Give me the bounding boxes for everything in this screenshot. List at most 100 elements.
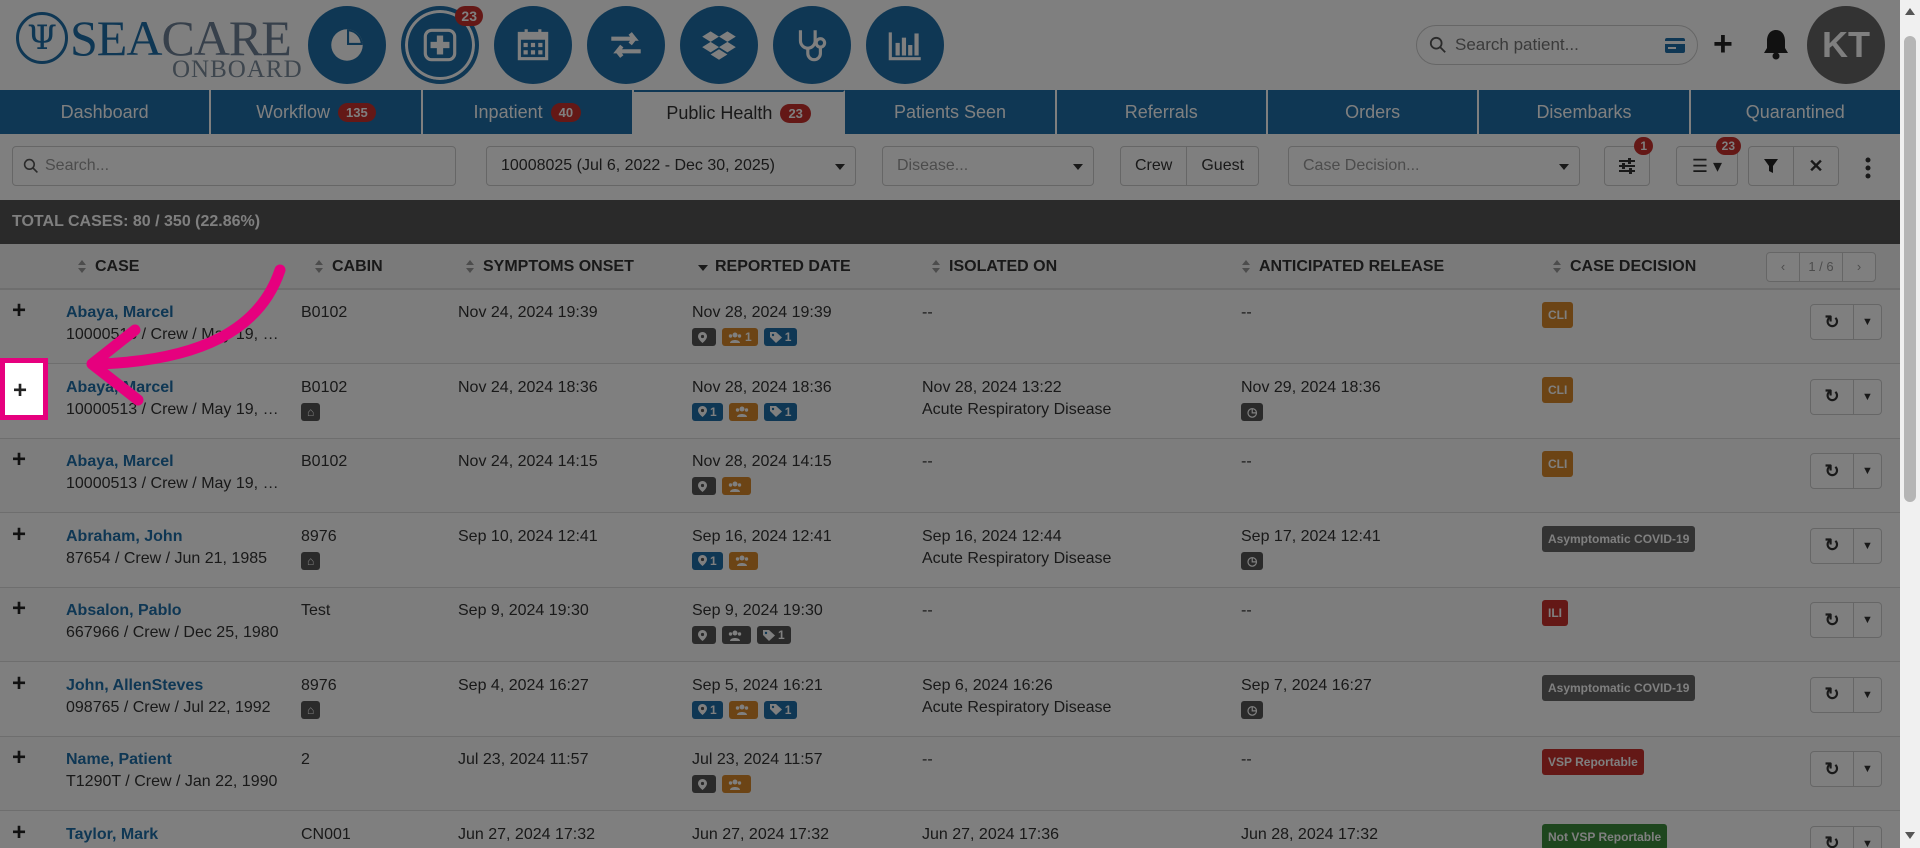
- pin-chip[interactable]: 1: [692, 551, 723, 570]
- pin-chip[interactable]: [692, 775, 716, 793]
- tab-workflow[interactable]: Workflow 135: [211, 90, 423, 134]
- row-dropdown-button[interactable]: ▼: [1854, 453, 1882, 489]
- prev-page-button[interactable]: ‹: [1767, 253, 1799, 281]
- table-row[interactable]: + Taylor, Mark CN001 Jun 27, 2024 17:32 Jun …: [0, 812, 1900, 848]
- patient-name-link[interactable]: John, AllenSteves: [66, 675, 286, 697]
- expand-row-button[interactable]: +: [12, 448, 26, 472]
- expand-row-button[interactable]: +: [12, 597, 26, 621]
- tag-chip[interactable]: 1: [763, 328, 798, 346]
- column-reported-date[interactable]: REPORTED DATE: [698, 244, 851, 290]
- refresh-button[interactable]: ↻: [1810, 453, 1854, 489]
- expand-row-button[interactable]: +: [12, 820, 26, 844]
- dropbox-icon[interactable]: [680, 6, 758, 84]
- card-scan-icon[interactable]: [1665, 38, 1685, 53]
- refresh-button[interactable]: ↻: [1810, 304, 1854, 340]
- notification-bell-icon[interactable]: [1762, 28, 1790, 60]
- pin-chip[interactable]: 1: [692, 700, 723, 719]
- refresh-button[interactable]: ↻: [1810, 676, 1854, 713]
- stethoscope-icon[interactable]: [773, 6, 851, 84]
- patient-search-input[interactable]: [1455, 32, 1655, 58]
- scrollbar-thumb[interactable]: [1904, 36, 1916, 502]
- column-anticipated-release[interactable]: ANTICIPATED RELEASE: [1242, 244, 1444, 290]
- column-isolated-on[interactable]: ISOLATED ON: [932, 244, 1057, 290]
- home-chip[interactable]: ⌂: [301, 700, 321, 719]
- tab-orders[interactable]: Orders: [1268, 90, 1480, 134]
- column-case-decision[interactable]: CASE DECISION: [1553, 244, 1696, 290]
- clock-chip[interactable]: ◷: [1241, 700, 1264, 719]
- filter-button[interactable]: [1748, 146, 1794, 186]
- pin-chip[interactable]: [692, 477, 716, 495]
- column-cabin[interactable]: CABIN: [315, 244, 383, 290]
- patient-name-link[interactable]: Taylor, Mark: [66, 824, 286, 846]
- tab-disembarks[interactable]: Disembarks: [1479, 90, 1691, 134]
- refresh-button[interactable]: ↻: [1810, 602, 1854, 638]
- seacare-logo[interactable]: Ψ SEACARE ONBOARD: [16, 10, 302, 83]
- row-dropdown-button[interactable]: ▼: [1854, 378, 1882, 415]
- expand-row-button[interactable]: +: [12, 746, 26, 770]
- users-chip[interactable]: 1: [722, 328, 758, 346]
- tag-chip[interactable]: 1: [763, 700, 798, 719]
- calendar-icon[interactable]: [494, 6, 572, 84]
- users-chip[interactable]: [728, 402, 758, 421]
- scroll-up-icon[interactable]: [1905, 8, 1915, 15]
- home-chip[interactable]: ⌂: [301, 551, 321, 570]
- patient-name-link[interactable]: Absalon, Pablo: [66, 600, 286, 622]
- refresh-button[interactable]: ↻: [1810, 751, 1854, 787]
- patient-name-link[interactable]: Abaya, Marcel: [66, 451, 286, 473]
- dashboard-pie-icon[interactable]: [308, 6, 386, 84]
- patient-search[interactable]: [1416, 25, 1698, 65]
- highlighted-expand-button[interactable]: +: [0, 358, 48, 420]
- users-chip[interactable]: [728, 700, 758, 719]
- scroll-down-icon[interactable]: [1905, 832, 1915, 839]
- tab-referrals[interactable]: Referrals: [1057, 90, 1268, 134]
- kebab-menu-icon[interactable]: [1864, 156, 1872, 180]
- users-chip[interactable]: [722, 775, 751, 793]
- voyage-select[interactable]: 10008025 (Jul 6, 2022 - Dec 30, 2025): [486, 146, 856, 186]
- patient-name-link[interactable]: Name, Patient: [66, 749, 286, 771]
- tab-public-health[interactable]: Public Health 23: [633, 90, 846, 134]
- tag-chip[interactable]: 1: [757, 626, 791, 644]
- row-dropdown-button[interactable]: ▼: [1854, 825, 1882, 848]
- row-dropdown-button[interactable]: ▼: [1854, 676, 1882, 713]
- bar-chart-icon[interactable]: [866, 6, 944, 84]
- pin-chip[interactable]: 1: [692, 402, 723, 421]
- case-decision-select[interactable]: Case Decision...: [1288, 146, 1580, 186]
- tab-quarantined[interactable]: Quarantined: [1691, 90, 1900, 134]
- pin-chip[interactable]: [692, 328, 716, 346]
- tab-patients-seen[interactable]: Patients Seen: [845, 90, 1057, 134]
- medical-plus-icon[interactable]: 23: [401, 6, 483, 84]
- refresh-button[interactable]: ↻: [1810, 378, 1854, 415]
- table-row[interactable]: + Abraham, John 87654 / Crew / Jun 21, 198…: [0, 514, 1900, 588]
- table-row[interactable]: + Name, Patient T1290T / Crew / Jan 22, 19…: [0, 737, 1900, 811]
- patient-name-link[interactable]: Abraham, John: [66, 526, 286, 548]
- settings-sliders-button[interactable]: 1: [1604, 137, 1653, 186]
- refresh-button[interactable]: ↻: [1810, 825, 1854, 848]
- table-row[interactable]: + John, AllenSteves 098765 / Crew / Jul 22…: [0, 663, 1900, 737]
- expand-row-button[interactable]: +: [12, 522, 26, 546]
- guest-button[interactable]: Guest: [1187, 146, 1260, 186]
- home-chip[interactable]: ⌂: [301, 402, 321, 421]
- users-chip[interactable]: [722, 626, 751, 644]
- list-menu-button[interactable]: ☰ ▾ 23: [1676, 137, 1741, 186]
- tab-dashboard[interactable]: Dashboard: [0, 90, 212, 134]
- table-row[interactable]: + Abaya, Marcel 10000513 / Crew / May 19, …: [0, 439, 1900, 513]
- pin-chip[interactable]: [692, 626, 716, 644]
- expand-row-button[interactable]: +: [12, 299, 26, 323]
- transfer-arrows-icon[interactable]: [587, 6, 665, 84]
- row-dropdown-button[interactable]: ▼: [1854, 751, 1882, 787]
- row-dropdown-button[interactable]: ▼: [1854, 304, 1882, 340]
- crew-button[interactable]: Crew: [1120, 146, 1188, 186]
- column-symptoms-onset[interactable]: SYMPTOMS ONSET: [466, 244, 634, 290]
- user-avatar[interactable]: KT: [1807, 6, 1885, 84]
- table-row[interactable]: + Absalon, Pablo 667966 / Crew / Dec 25, 1…: [0, 588, 1900, 662]
- disease-select[interactable]: Disease...: [882, 146, 1094, 186]
- case-search-input[interactable]: Search...: [12, 146, 456, 186]
- add-plus-icon[interactable]: +: [1713, 27, 1733, 61]
- tag-chip[interactable]: 1: [763, 402, 798, 421]
- tab-inpatient[interactable]: Inpatient 40: [423, 90, 634, 134]
- expand-row-button[interactable]: +: [12, 671, 26, 695]
- refresh-button[interactable]: ↻: [1810, 527, 1854, 564]
- users-chip[interactable]: [722, 477, 751, 495]
- clear-filter-button[interactable]: ✕: [1793, 146, 1839, 186]
- row-dropdown-button[interactable]: ▼: [1854, 602, 1882, 638]
